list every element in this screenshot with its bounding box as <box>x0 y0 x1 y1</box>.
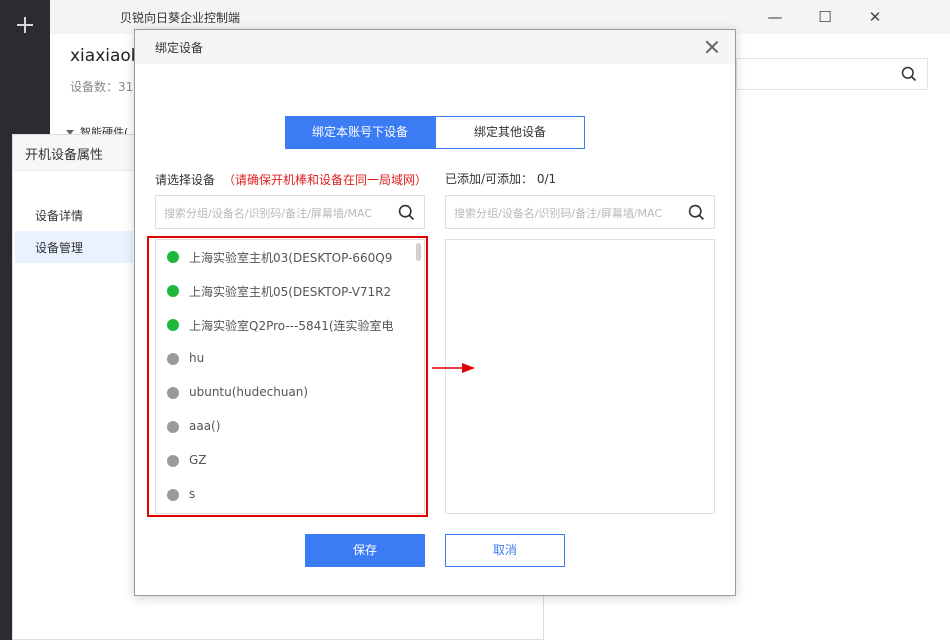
properties-title: 开机设备属性 <box>25 148 104 163</box>
added-count-value: 0/1 <box>536 172 557 186</box>
minimize-icon[interactable]: — <box>760 2 790 32</box>
select-device-text: 请选择设备 <box>155 173 216 187</box>
arrow-right-icon <box>432 363 475 373</box>
highlight-frame <box>147 236 428 517</box>
search-icon[interactable] <box>688 204 705 221</box>
dialog-header: 绑定设备 <box>135 30 735 64</box>
close-icon[interactable] <box>703 38 721 56</box>
added-count-text: 已添加/可添加： <box>445 172 534 186</box>
tab-bind-own-devices[interactable]: 绑定本账号下设备 <box>285 116 435 149</box>
added-device-list[interactable] <box>445 239 715 514</box>
nav-device-management-label: 设备管理 <box>35 241 84 255</box>
search-icon[interactable] <box>901 66 917 82</box>
nav-device-management[interactable]: 设备管理 <box>15 231 133 263</box>
device-search-field[interactable] <box>155 195 425 229</box>
added-count-label: 已添加/可添加： 0/1 <box>445 170 556 187</box>
device-search-input[interactable] <box>164 203 389 223</box>
select-device-label: 请选择设备 （请确保开机棒和设备在同一局域网） <box>155 171 427 188</box>
added-search-input[interactable] <box>454 203 679 223</box>
save-button[interactable]: 保存 <box>305 534 425 567</box>
added-search-field[interactable] <box>445 195 715 229</box>
app-title: 贝锐向日葵企业控制端 <box>120 11 241 25</box>
maximize-icon[interactable]: ☐ <box>810 2 840 32</box>
close-window-icon[interactable]: ✕ <box>860 2 890 32</box>
plus-icon[interactable] <box>12 12 38 38</box>
nav-device-details[interactable]: 设备详情 <box>35 207 83 224</box>
account-name: xiaxiaob <box>70 46 142 66</box>
main-search-input[interactable] <box>736 58 928 90</box>
cancel-button[interactable]: 取消 <box>445 534 565 567</box>
dialog-title: 绑定设备 <box>155 41 204 55</box>
search-icon[interactable] <box>398 204 415 221</box>
device-count: 设备数：31 <box>70 80 134 94</box>
app-root: 贝锐向日葵企业控制端 — ☐ ✕ xiaxiaob 设备数：31 智能硬件( 开… <box>0 0 950 640</box>
lan-warning-note: （请确保开机棒和设备在同一局域网） <box>223 173 428 187</box>
tab-bind-other-devices[interactable]: 绑定其他设备 <box>435 116 585 149</box>
